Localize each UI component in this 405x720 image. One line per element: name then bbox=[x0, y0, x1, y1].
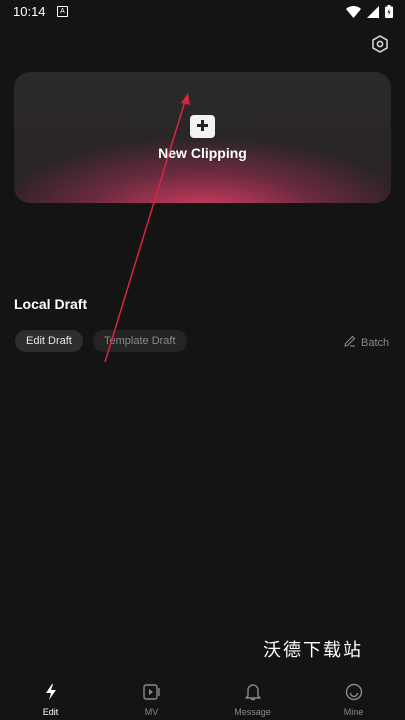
bell-icon bbox=[244, 680, 261, 704]
batch-label: Batch bbox=[361, 336, 390, 349]
lightning-icon bbox=[44, 680, 58, 704]
new-clipping-button[interactable] bbox=[190, 115, 215, 138]
smiley-icon bbox=[345, 680, 363, 704]
nav-mine[interactable]: Mine bbox=[303, 672, 404, 720]
new-clipping-label: New Clipping bbox=[158, 145, 247, 161]
nav-mv-label: MV bbox=[144, 707, 159, 717]
watermark-text: 沃德下载站 bbox=[263, 640, 363, 661]
wifi-icon bbox=[346, 5, 361, 23]
status-bar: 10:14 A bbox=[0, 0, 405, 24]
notification-icon: A bbox=[57, 6, 68, 17]
tab-template-draft[interactable]: Template Draft bbox=[93, 330, 187, 352]
status-icons bbox=[346, 5, 393, 23]
nav-message[interactable]: Message bbox=[202, 672, 303, 720]
local-draft-title: Local Draft bbox=[14, 296, 88, 312]
settings-button[interactable] bbox=[368, 34, 392, 58]
signal-icon bbox=[367, 5, 379, 23]
battery-icon bbox=[385, 5, 393, 23]
status-time: 10:14 bbox=[13, 4, 46, 19]
batch-button[interactable]: Batch bbox=[344, 335, 389, 350]
nav-mine-label: Mine bbox=[343, 707, 364, 717]
nav-edit[interactable]: Edit bbox=[0, 672, 101, 720]
video-icon bbox=[142, 680, 161, 704]
nav-mv[interactable]: MV bbox=[101, 672, 202, 720]
bottom-nav: Edit MV Message Mine bbox=[0, 672, 405, 720]
plus-icon bbox=[197, 118, 208, 136]
nav-message-label: Message bbox=[234, 707, 271, 717]
nav-edit-label: Edit bbox=[42, 707, 59, 717]
tab-edit-draft[interactable]: Edit Draft bbox=[15, 330, 83, 352]
pencil-icon bbox=[344, 335, 356, 350]
settings-icon bbox=[371, 34, 389, 58]
